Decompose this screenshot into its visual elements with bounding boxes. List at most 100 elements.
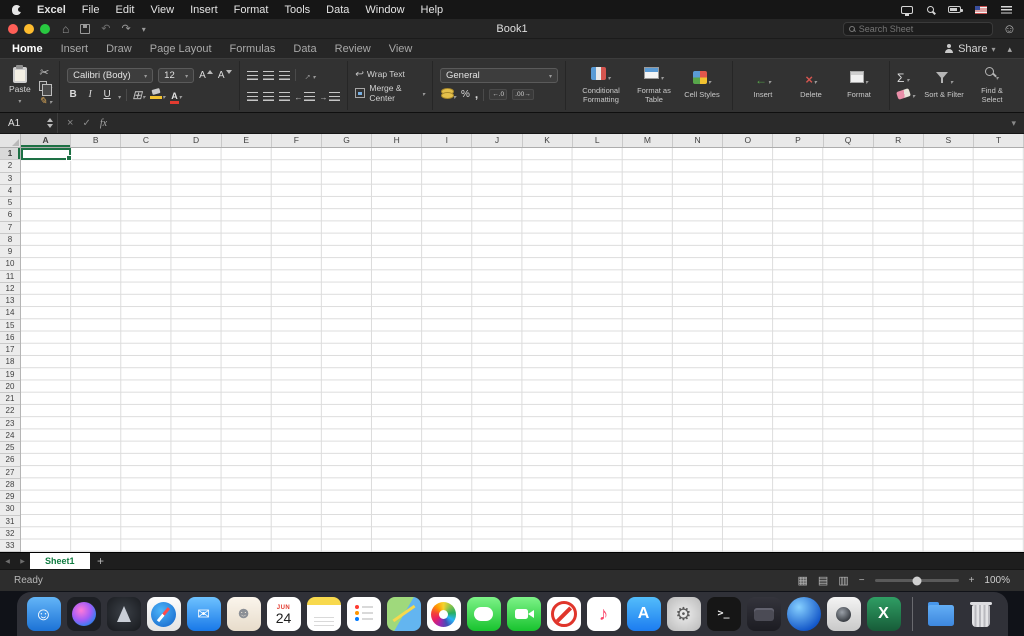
zoom-slider-knob[interactable] <box>912 576 922 585</box>
name-box-spinner[interactable] <box>47 118 53 128</box>
sheet-tab-sheet1[interactable]: Sheet1 <box>30 553 90 569</box>
increase-font-size-button[interactable]: A <box>199 69 213 81</box>
find-select-button[interactable]: Find & Select <box>969 66 1015 105</box>
column-header-c[interactable]: C <box>121 134 172 147</box>
undo-icon[interactable] <box>101 22 110 35</box>
column-header-d[interactable]: D <box>171 134 222 147</box>
column-header-i[interactable]: I <box>422 134 473 147</box>
redo-icon[interactable] <box>121 22 130 35</box>
tab-insert[interactable]: Insert <box>61 43 89 55</box>
row-header-18[interactable]: 18 <box>0 356 20 369</box>
menu-item-edit[interactable]: Edit <box>115 4 134 16</box>
code-editor-icon[interactable] <box>746 597 781 631</box>
zoom-out-button[interactable] <box>859 575 865 586</box>
launchpad-icon[interactable] <box>106 597 141 631</box>
row-header-31[interactable]: 31 <box>0 516 20 528</box>
mail-icon[interactable]: ✉ <box>186 597 221 631</box>
merge-center-button[interactable]: Merge & Center <box>354 83 425 103</box>
finder-icon[interactable]: ☺ <box>26 597 61 631</box>
battery-icon[interactable] <box>948 6 963 13</box>
decrease-font-size-button[interactable]: A <box>218 69 232 81</box>
row-header-2[interactable]: 2 <box>0 160 20 173</box>
clear-button[interactable] <box>896 87 915 100</box>
menu-item-view[interactable]: View <box>150 4 174 16</box>
add-sheet-button[interactable]: + <box>90 553 112 569</box>
row-header-28[interactable]: 28 <box>0 479 20 491</box>
confirm-entry-button[interactable] <box>82 118 90 129</box>
do-not-disturb-icon[interactable] <box>546 597 581 631</box>
align-right-button[interactable] <box>278 91 290 101</box>
row-header-29[interactable]: 29 <box>0 491 20 504</box>
save-icon[interactable] <box>80 23 91 34</box>
row-header-10[interactable]: 10 <box>0 258 20 271</box>
italic-button[interactable]: I <box>84 89 96 100</box>
column-header-q[interactable]: Q <box>824 134 874 147</box>
row-header-22[interactable]: 22 <box>0 405 20 418</box>
column-header-e[interactable]: E <box>222 134 272 147</box>
column-header-r[interactable]: R <box>874 134 924 147</box>
borders-button[interactable] <box>132 86 145 104</box>
increase-indent-button[interactable] <box>320 87 340 105</box>
column-header-p[interactable]: P <box>773 134 824 147</box>
page-layout-view-button[interactable] <box>818 574 828 587</box>
insert-cells-button[interactable]: Insert <box>740 70 786 101</box>
menu-item-window[interactable]: Window <box>365 4 404 16</box>
align-bottom-button[interactable] <box>278 70 290 80</box>
paste-button[interactable]: Paste <box>9 64 31 105</box>
font-name-select[interactable]: Calibri (Body) <box>67 67 154 83</box>
column-header-n[interactable]: N <box>673 134 724 147</box>
customize-toolbar-icon[interactable] <box>142 23 146 35</box>
menu-list-icon[interactable] <box>1001 5 1012 14</box>
menu-item-insert[interactable]: Insert <box>190 4 218 16</box>
row-header-9[interactable]: 9 <box>0 246 20 259</box>
fill-color-button[interactable] <box>150 86 165 104</box>
cells-area[interactable] <box>21 148 1024 552</box>
tab-draw[interactable]: Draw <box>106 43 132 55</box>
column-header-g[interactable]: G <box>322 134 373 147</box>
keyboard-language-flag-icon[interactable] <box>975 5 987 14</box>
column-header-h[interactable]: H <box>372 134 423 147</box>
home-icon[interactable] <box>62 22 69 36</box>
bold-button[interactable]: B <box>67 89 79 100</box>
fullscreen-window-button[interactable] <box>40 23 50 34</box>
notes-icon[interactable] <box>306 597 341 631</box>
expand-formula-bar-button[interactable] <box>1003 118 1024 129</box>
align-left-button[interactable] <box>246 91 258 101</box>
collapse-ribbon-icon[interactable] <box>1007 43 1012 55</box>
column-header-o[interactable]: O <box>723 134 774 147</box>
reminders-icon[interactable] <box>346 597 381 631</box>
row-header-26[interactable]: 26 <box>0 454 20 467</box>
row-header-27[interactable]: 27 <box>0 467 20 479</box>
column-header-f[interactable]: F <box>272 134 322 147</box>
image-capture-icon[interactable] <box>826 597 861 631</box>
selected-cell-a1[interactable] <box>21 148 73 162</box>
apple-menu-icon[interactable] <box>12 4 23 15</box>
row-header-15[interactable]: 15 <box>0 320 20 332</box>
facetime-icon[interactable] <box>506 597 541 631</box>
row-header-17[interactable]: 17 <box>0 344 20 357</box>
row-header-32[interactable]: 32 <box>0 528 20 540</box>
app-store-icon[interactable]: A <box>626 597 661 631</box>
column-header-a[interactable]: A <box>21 134 72 147</box>
number-format-select[interactable]: General <box>439 67 558 83</box>
underline-button[interactable]: U <box>101 89 113 100</box>
menu-item-help[interactable]: Help <box>421 4 444 16</box>
row-header-5[interactable]: 5 <box>0 197 20 210</box>
zoom-in-button[interactable] <box>969 575 975 586</box>
spotlight-search-icon[interactable] <box>927 6 934 13</box>
share-button[interactable]: Share <box>944 43 995 55</box>
insert-function-button[interactable]: fx <box>100 118 107 129</box>
photos-icon[interactable] <box>426 597 461 631</box>
decrease-indent-button[interactable] <box>295 87 315 105</box>
align-middle-button[interactable] <box>262 70 274 80</box>
align-center-button[interactable] <box>262 91 274 101</box>
sort-filter-button[interactable]: Sort & Filter <box>921 70 967 101</box>
page-break-view-button[interactable] <box>838 574 848 587</box>
display-mirroring-icon[interactable] <box>901 5 913 16</box>
row-header-3[interactable]: 3 <box>0 173 20 185</box>
row-header-12[interactable]: 12 <box>0 283 20 295</box>
column-header-t[interactable]: T <box>974 134 1024 147</box>
cancel-entry-button[interactable] <box>67 117 73 129</box>
row-header-20[interactable]: 20 <box>0 381 20 393</box>
search-input[interactable] <box>858 23 987 34</box>
